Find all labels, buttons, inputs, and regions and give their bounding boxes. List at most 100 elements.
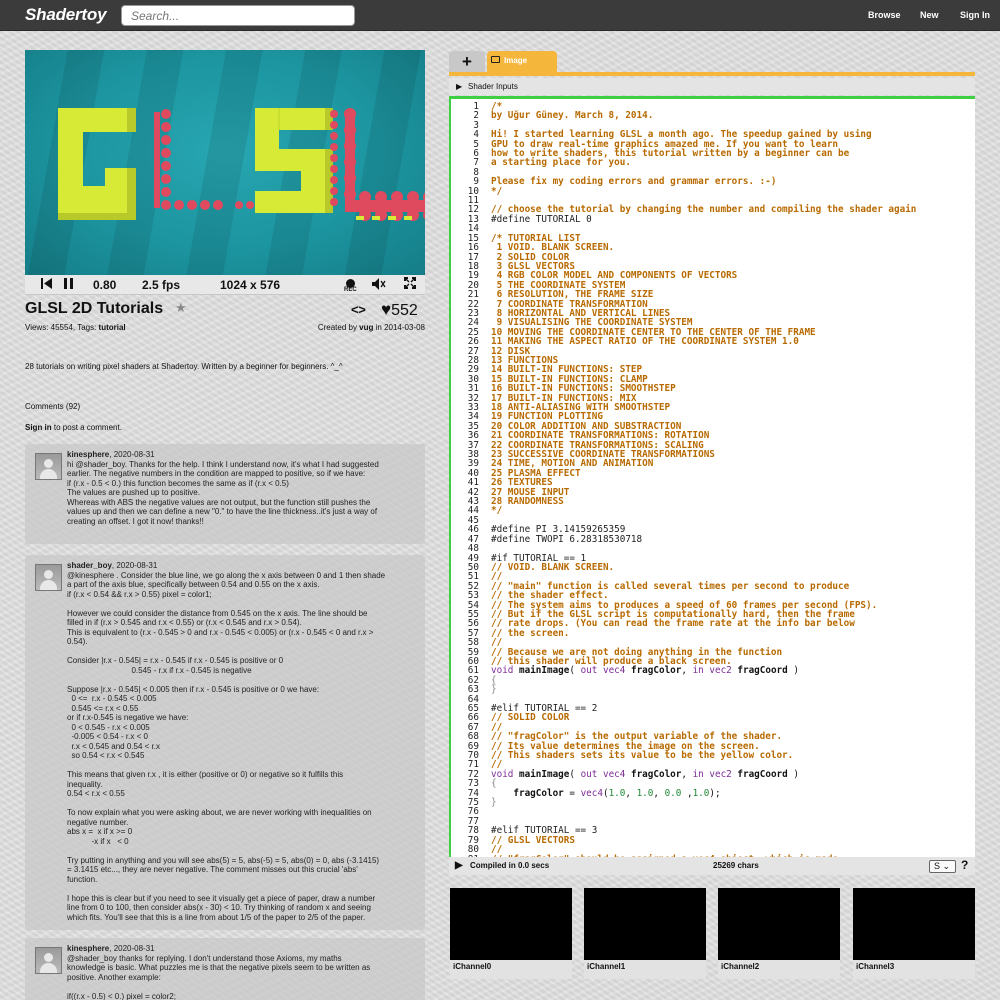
channel-preview[interactable] (584, 888, 706, 960)
glsl-preview-art (58, 108, 425, 221)
code-line: 63} (451, 684, 975, 696)
channel-label: iChannel1 (587, 962, 626, 971)
search-input[interactable] (121, 5, 355, 26)
font-size-value: S (934, 861, 941, 871)
comment-date: , 2020-08-31 (109, 450, 155, 459)
code-text: a starting place for you. (491, 157, 631, 169)
favorite-star-icon[interactable]: ★ (175, 300, 187, 316)
ichannel-slot[interactable]: iChannel2 (718, 888, 840, 979)
code-line: 70// This shaders sets its value to be t… (451, 750, 975, 762)
char-count: 25269 chars (713, 861, 759, 870)
comment-body: hi @shader_boy. Thanks for the help. I t… (67, 459, 379, 526)
created-date: in 2014-03-08 (373, 323, 425, 332)
code-line: 75} (451, 797, 975, 809)
code-text: // the screen. (491, 627, 570, 639)
time-readout: 0.80 (93, 278, 117, 292)
avatar[interactable] (35, 564, 62, 591)
comments-count: Comments (92) (25, 402, 81, 411)
sign-in-link[interactable]: Sign in (25, 423, 52, 432)
code-line: 50// VOID. BLANK SCREEN. (451, 561, 975, 573)
avatar[interactable] (35, 947, 62, 974)
compile-play-icon[interactable]: ▶ (455, 860, 463, 871)
code-line: 2 by Uğur Güney. March 8, 2014. (451, 111, 975, 121)
tab-image-label: Image (504, 56, 528, 65)
code-text: // GLSL VECTORS (491, 834, 575, 846)
code-text: } (491, 797, 497, 809)
code-text: void mainImage( out vec4 fragColor, in v… (491, 768, 799, 780)
shader-preview-canvas[interactable] (25, 50, 425, 275)
shader-description: 28 tutorials on writing pixel shaders at… (25, 362, 343, 371)
code-text: // This shaders sets its value to be the… (491, 750, 794, 762)
comment-header: kinesphere, 2020-08-31 (67, 450, 415, 460)
code-text: fragColor = vec4(1.0, 1.0, 0.0 ,1.0); (513, 787, 721, 799)
shader-meta-row: Views: 45554, Tags: tutorial Created by … (25, 323, 425, 337)
code-line: 7a starting place for you. (451, 157, 975, 169)
code-text: #define TUTORIAL 0 (491, 213, 592, 225)
shader-title-row: GLSL 2D Tutorials ★ < > ♥552 (25, 300, 425, 322)
nav-browse-link[interactable]: Browse (868, 10, 901, 20)
code-line: 62{ (451, 675, 975, 685)
heart-icon[interactable]: ♥ (381, 300, 391, 319)
code-text: } (491, 684, 497, 696)
author-link[interactable]: vug (359, 323, 373, 332)
fullscreen-icon[interactable] (404, 277, 416, 292)
views-label: Views: 45554, Tags: (25, 323, 99, 332)
embed-code-icon[interactable]: < > (351, 302, 366, 317)
code-line: 13 #define TUTORIAL 0 (451, 213, 975, 225)
expand-triangle-icon[interactable]: ▶ (456, 82, 462, 91)
pause-icon[interactable] (64, 278, 73, 292)
shader-inputs-toggle[interactable]: ▶ Shader Inputs (449, 78, 975, 95)
signin-rest: to post a comment. (51, 423, 122, 432)
likes-count: 552 (391, 302, 418, 319)
channel-preview[interactable] (853, 888, 975, 960)
comment-item: kinesphere, 2020-08-31 @shader_boy thank… (25, 938, 425, 1000)
channel-preview[interactable] (450, 888, 572, 960)
comment-date: , 2020-08-31 (111, 561, 158, 570)
views-and-tags: Views: 45554, Tags: tutorial (25, 323, 126, 332)
code-line: 61 void mainImage( out vec4 fragColor, in… (451, 665, 975, 677)
code-line: 76 (451, 807, 975, 817)
shader-player: 0.80 2.5 fps 1024 x 576 REC (25, 50, 425, 295)
comment-header: shader_boy, 2020-08-31 (67, 561, 415, 571)
code-line: 57// the screen. (451, 627, 975, 639)
likes-counter[interactable]: ♥552 (381, 300, 418, 320)
nav-new-link[interactable]: New (920, 10, 939, 20)
channel-preview[interactable] (718, 888, 840, 960)
code-text: */ (491, 185, 503, 197)
comment-item: shader_boy, 2020-08-31 @kinesphere . Con… (25, 555, 425, 930)
shadertoy-logo[interactable]: Shadertoy (25, 5, 107, 25)
nav-sign-in-link[interactable]: Sign In (960, 10, 990, 20)
help-icon[interactable]: ? (961, 858, 968, 872)
ichannel-slot[interactable]: iChannel3 (853, 888, 975, 979)
chevron-down-icon: ⌄ (942, 861, 951, 871)
fps-readout: 2.5 fps (142, 278, 181, 292)
code-text: // SOLID COLOR (491, 712, 570, 724)
code-line: 9 Please fix my coding errors and grammar… (451, 176, 975, 188)
code-text: #define TWOPI 6.28318530718 (491, 533, 643, 545)
ichannel-slot[interactable]: iChannel1 (584, 888, 706, 979)
code-text: void mainImage( out vec4 fragColor, in v… (491, 665, 799, 677)
comment-body: @shader_boy thanks for replying. I don't… (67, 953, 371, 1000)
comment-author[interactable]: kinesphere (67, 944, 109, 953)
rewind-icon[interactable] (41, 278, 52, 292)
comment-author[interactable]: kinesphere (67, 450, 109, 459)
comment-body: @kinesphere . Consider the blue line, we… (67, 570, 386, 922)
code-line: 72 void mainImage( out vec4 fragColor, in… (451, 768, 975, 780)
comment-item: kinesphere, 2020-08-31 hi @shader_boy. T… (25, 444, 425, 544)
code-editor[interactable]: 1/* 2 by Uğur Güney. March 8, 2014. 3 4 Hi! I… (449, 96, 975, 858)
volume-icon[interactable] (372, 278, 386, 293)
comment-author[interactable]: shader_boy (67, 561, 112, 570)
shader-inputs-label: Shader Inputs (468, 82, 518, 91)
channel-label: iChannel0 (453, 962, 492, 971)
avatar[interactable] (35, 453, 62, 480)
active-tab-underline (449, 72, 975, 76)
code-line: 79// GLSL VECTORS (451, 834, 975, 846)
channel-label: iChannel2 (721, 962, 760, 971)
ichannel-slot[interactable]: iChannel0 (450, 888, 572, 979)
resolution-readout: 1024 x 576 (220, 278, 281, 292)
font-size-select[interactable]: S ⌄ (929, 860, 956, 873)
tag-link[interactable]: tutorial (99, 323, 126, 332)
code-text: Please fix my coding errors and grammar … (491, 176, 777, 188)
code-text: // VOID. BLANK SCREEN. (491, 561, 615, 573)
compile-status: Compiled in 0.0 secs (470, 861, 550, 870)
